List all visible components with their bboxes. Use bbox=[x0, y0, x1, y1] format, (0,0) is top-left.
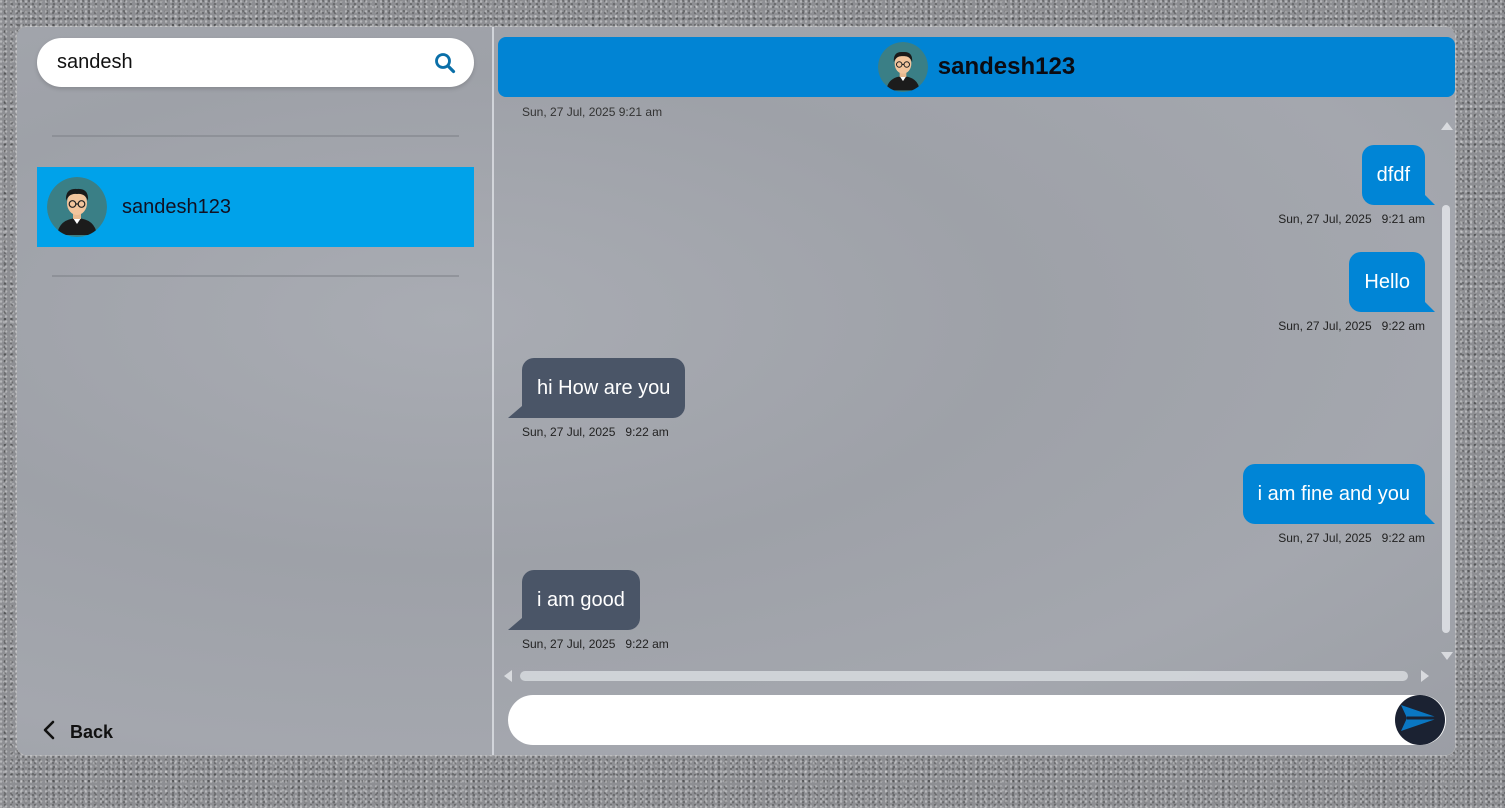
vertical-scrollbar[interactable] bbox=[1440, 122, 1454, 662]
chat-header: sandesh123 bbox=[498, 37, 1455, 97]
back-label: Back bbox=[70, 721, 114, 742]
message-text: dfdf bbox=[1376, 163, 1410, 186]
send-button[interactable] bbox=[1395, 695, 1445, 745]
message-timestamp: Sun, 27 Jul, 2025 9:21 am bbox=[1278, 212, 1425, 226]
message-bubble-incoming: i am good bbox=[508, 570, 640, 630]
message-time: 9:22 am bbox=[1381, 531, 1425, 545]
chat-panel: sandesh123 Sun, 27 Jul, 2025 9:21 am dfd… bbox=[498, 27, 1455, 755]
message-text: i am fine and you bbox=[1257, 482, 1410, 505]
scrollbar-thumb[interactable] bbox=[520, 671, 1408, 681]
contacts-panel: sandesh123 Back bbox=[17, 27, 494, 755]
contact-name: sandesh123 bbox=[122, 195, 231, 218]
horizontal-scrollbar[interactable] bbox=[504, 669, 1440, 683]
message-date: Sun, 27 Jul, 2025 bbox=[1278, 212, 1372, 226]
message-time: 9:21 am bbox=[1381, 212, 1425, 226]
contact-item-sandesh123[interactable]: sandesh123 bbox=[37, 167, 474, 247]
message-date: Sun, 27 Jul, 2025 bbox=[1278, 531, 1372, 545]
message-bubble-outgoing: dfdf bbox=[1361, 145, 1436, 205]
message-date: Sun, 27 Jul, 2025 bbox=[522, 637, 616, 651]
scroll-right-icon[interactable] bbox=[1421, 670, 1429, 682]
message-time: 9:22 am bbox=[625, 425, 669, 439]
message-time: 9:22 am bbox=[625, 637, 669, 651]
chat-title: sandesh123 bbox=[937, 53, 1076, 80]
search-input[interactable] bbox=[57, 51, 434, 74]
message-bubble-outgoing: i am fine and you bbox=[1242, 464, 1436, 524]
search-icon[interactable] bbox=[434, 52, 456, 74]
message-timestamp: Sun, 27 Jul, 2025 9:22 am bbox=[1278, 531, 1425, 545]
message-input[interactable] bbox=[528, 695, 1388, 745]
message-composer bbox=[508, 695, 1446, 745]
message-timestamp: Sun, 27 Jul, 2025 9:22 am bbox=[522, 425, 669, 439]
avatar-icon bbox=[877, 42, 928, 92]
scrollbar-thumb[interactable] bbox=[1442, 205, 1450, 633]
scroll-left-icon[interactable] bbox=[504, 670, 512, 682]
back-button[interactable]: Back bbox=[42, 717, 113, 747]
message-timestamp: Sun, 27 Jul, 2025 9:22 am bbox=[522, 637, 669, 651]
message-list: Sun, 27 Jul, 2025 9:21 am dfdf Sun, 27 J… bbox=[498, 97, 1438, 667]
search-bar bbox=[37, 38, 474, 87]
message-text: i am good bbox=[537, 588, 625, 611]
message-text: Hello bbox=[1364, 270, 1410, 293]
message-bubble-incoming: hi How are you bbox=[507, 358, 686, 418]
divider-bottom bbox=[52, 275, 459, 277]
chat-app: sandesh123 Back bbox=[17, 27, 1455, 755]
scroll-down-icon[interactable] bbox=[1441, 652, 1453, 660]
message-time: 9:22 am bbox=[1381, 319, 1425, 333]
chevron-left-icon bbox=[42, 719, 56, 745]
message-timestamp: Sun, 27 Jul, 2025 9:22 am bbox=[1278, 319, 1425, 333]
message-timestamp: Sun, 27 Jul, 2025 9:21 am bbox=[522, 105, 663, 119]
message-bubble-outgoing: Hello bbox=[1349, 252, 1435, 312]
avatar-icon bbox=[47, 177, 107, 237]
divider-top bbox=[52, 135, 459, 137]
scroll-up-icon[interactable] bbox=[1441, 122, 1453, 130]
message-date: Sun, 27 Jul, 2025 bbox=[1278, 319, 1372, 333]
message-date: Sun, 27 Jul, 2025 bbox=[522, 425, 616, 439]
send-icon bbox=[1399, 703, 1441, 737]
message-text: hi How are you bbox=[537, 376, 671, 399]
